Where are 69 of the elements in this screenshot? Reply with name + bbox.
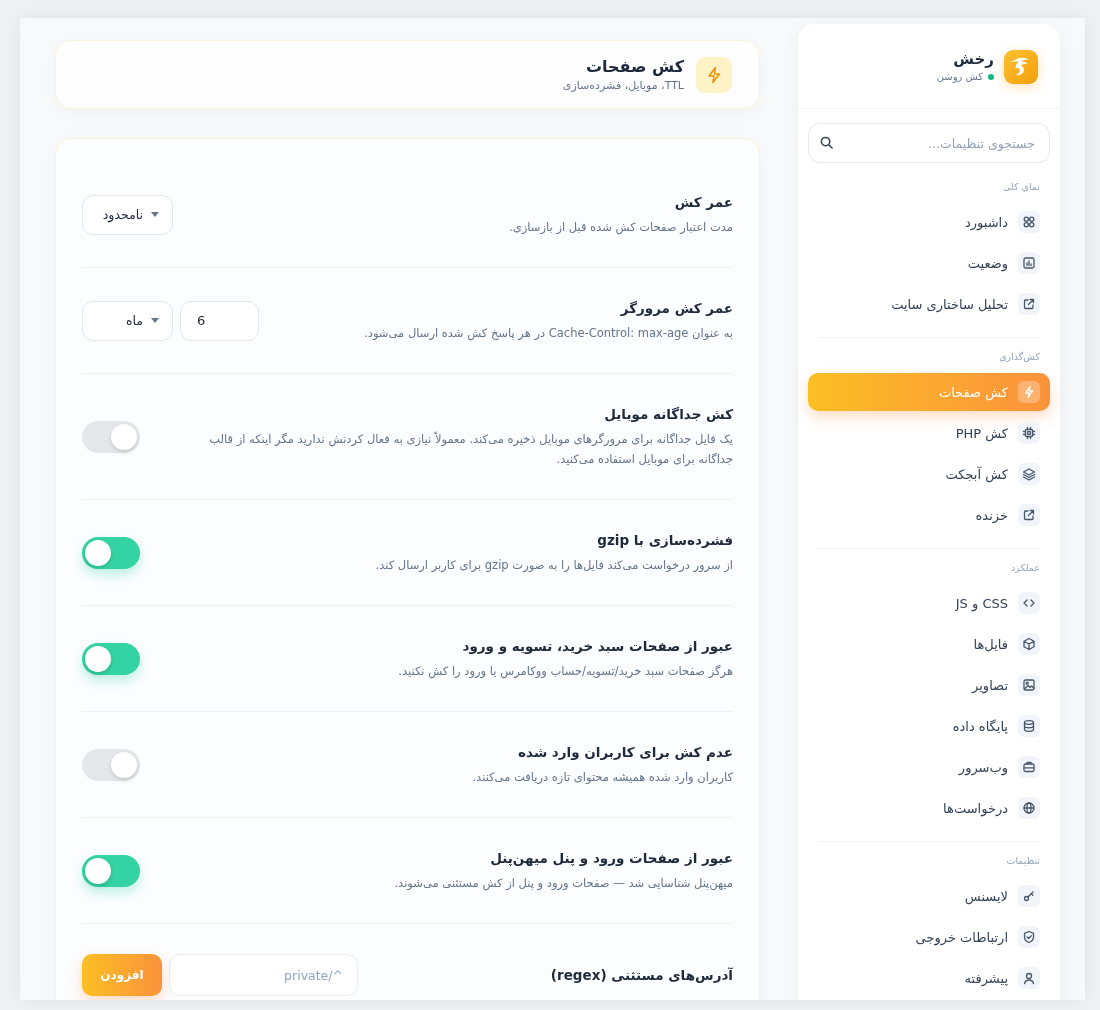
section-label: کش‌گذاری: [998, 350, 1041, 364]
key-icon: [1018, 885, 1040, 907]
setting-description: از سرور درخواست می‌کند فایل‌ها را به صورت gzip برای کاربر ارسال کند.: [374, 557, 733, 574]
search-field[interactable]: جستجوی تنظیمات...: [808, 123, 1050, 163]
brand-name: رخش: [952, 49, 994, 69]
shield-check-icon: [1018, 926, 1040, 948]
pattern-field[interactable]: ^/private: [169, 954, 358, 996]
toggle-switch[interactable]: [82, 536, 140, 569]
setting-title: عبور از صفحات ورود و پنل میهن‌پنل: [489, 849, 733, 868]
sidebar-item[interactable]: ارتباطات خروجی: [808, 918, 1050, 956]
sidebar-item[interactable]: تحلیل ساختاری سایت: [808, 285, 1050, 323]
chip-icon: [1018, 422, 1040, 444]
toggle-switch[interactable]: [82, 642, 140, 675]
sidebar-item[interactable]: درخواست‌ها: [808, 789, 1050, 827]
setting-title: عمر کش مرورگر: [619, 299, 733, 318]
section-label: نمای کلی: [1001, 180, 1041, 194]
setting-description: هرگز صفحات سبد خرید/تسویه/حساب ووکامرس یا ورود را کش نکنید.: [397, 663, 733, 681]
setting-title: عمر کش: [673, 193, 733, 212]
logo-icon: [1004, 49, 1038, 84]
server-icon: [1018, 756, 1040, 778]
setting-title: کش جداگانه موبایل: [603, 405, 733, 424]
caret-icon: [151, 212, 159, 217]
external-link-icon: [1018, 293, 1040, 315]
search-icon: [820, 136, 833, 149]
setting-description: کاربران وارد شده همیشه محتوای تازه دریافت می‌کنند.: [471, 769, 733, 786]
setting-description: مدت اعتبار صفحات کش شده قبل از بازسازی.: [508, 219, 733, 237]
external-link-icon: [1018, 504, 1040, 526]
sidebar-item[interactable]: فایل‌ها: [808, 625, 1050, 663]
setting-description: یک فایل جداگانه برای مرورگرهای موبایل ذخیره می‌کند. معمولاً نیازی به فعال کردنش ندارید مگر اینکه از قالب جداگانه برای موبایل استفاده می‌کنید.: [208, 430, 733, 468]
code-icon: [1018, 592, 1040, 614]
lightning-icon: [696, 56, 732, 93]
user-icon: [1018, 967, 1040, 989]
cube-icon: [1018, 633, 1040, 655]
sidebar-item[interactable]: کش آبجکت: [808, 455, 1050, 493]
sidebar-item[interactable]: کش PHP: [808, 414, 1050, 452]
layers-icon: [1018, 463, 1040, 485]
section-label: عملکرد: [1009, 561, 1041, 575]
setting-title: فشرده‌سازی با gzip: [596, 531, 733, 550]
sidebar-item[interactable]: وضعیت: [808, 244, 1050, 282]
setting-description: به عنوان Cache-Control: max-age در هر پاسخ کش شده ارسال می‌شود.: [363, 325, 733, 343]
toggle-switch[interactable]: [82, 854, 140, 887]
page-subtitle: TTL، موبایل، فشرده‌سازی: [562, 77, 684, 94]
sidebar-item[interactable]: داشبورد: [808, 203, 1050, 241]
sidebar-item[interactable]: پایگاه داده: [808, 707, 1050, 745]
setting-description: میهن‌پنل شناسایی شد — صفحات ورود و پنل از کش مستثنی می‌شوند.: [393, 875, 733, 893]
sidebar-item[interactable]: وب‌سرور: [808, 748, 1050, 786]
lightning-icon: [1018, 381, 1040, 403]
sidebar-item[interactable]: خزنده: [808, 496, 1050, 534]
bar-chart-icon: [1018, 252, 1040, 274]
caret-icon: [151, 318, 159, 323]
database-icon: [1018, 715, 1040, 737]
status-text: کش روشن: [936, 70, 983, 84]
unit-select[interactable]: ماه: [82, 300, 173, 341]
setting-title: عدم کش برای کاربران وارد شده: [517, 743, 733, 762]
sidebar-item[interactable]: CSS و JS: [808, 584, 1050, 622]
number-field[interactable]: 6: [180, 300, 259, 341]
globe-icon: [1018, 797, 1040, 819]
section-label: تنظیمات: [1005, 854, 1041, 868]
dropdown-select[interactable]: نامحدود: [82, 194, 173, 235]
sidebar-item[interactable]: تصاویر: [808, 666, 1050, 704]
setting-title: عبور از صفحات سبد خرید، تسویه و ورود: [461, 637, 733, 656]
page-title: کش صفحات: [584, 55, 684, 78]
image-icon: [1018, 674, 1040, 696]
sidebar-item[interactable]: لایسنس: [808, 877, 1050, 915]
toggle-switch[interactable]: [82, 420, 140, 453]
setting-title: آدرس‌های مستثنی (regex): [549, 966, 733, 985]
toggle-switch[interactable]: [82, 748, 140, 781]
grid-icon: [1018, 211, 1040, 233]
sidebar-item[interactable]: پیشرفته: [808, 959, 1050, 997]
